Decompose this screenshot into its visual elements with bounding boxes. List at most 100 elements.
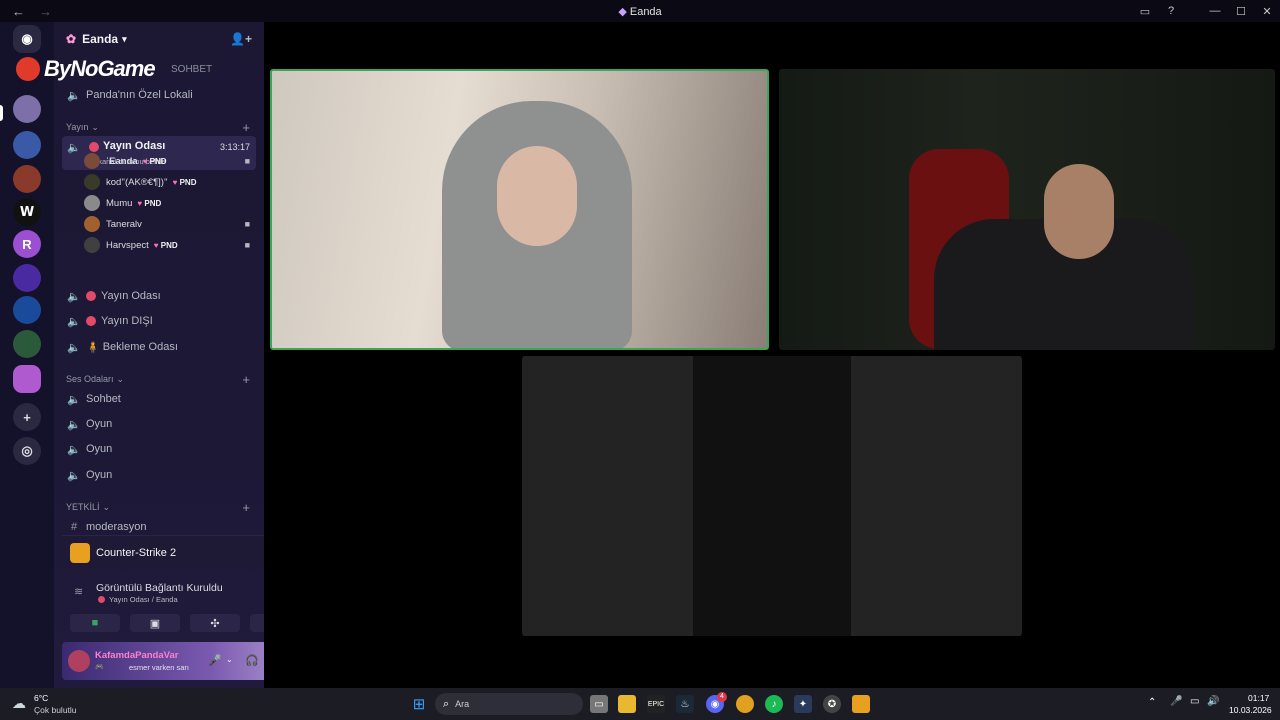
channel-name: Oyun [86, 418, 113, 430]
chevron-down-icon: ▾ [122, 33, 127, 44]
voice-member[interactable]: Taneralv ■ [84, 214, 252, 234]
bynogame-logo-icon [16, 57, 40, 81]
help-icon[interactable]: ? [1158, 0, 1184, 22]
headphones-icon[interactable]: 🎧 [245, 654, 259, 667]
server-w-icon[interactable]: W [13, 198, 41, 226]
voice-member[interactable]: Harvspect ♥ PND ■ [84, 235, 252, 255]
bynogame-logo: ByNoGame [16, 56, 156, 82]
server-icon[interactable] [13, 296, 41, 324]
server-icon[interactable] [13, 165, 41, 193]
close-button[interactable]: ✕ [1254, 0, 1280, 22]
video-frame-dark [693, 356, 851, 636]
video-tile-eanda[interactable] [270, 69, 769, 350]
connection-location[interactable]: Yayın Odası / Eanda [109, 595, 178, 604]
server-icon[interactable] [13, 264, 41, 292]
chrome-icon[interactable] [736, 695, 754, 713]
file-explorer-icon[interactable] [618, 695, 636, 713]
network-icon[interactable]: ▭ [1190, 696, 1199, 707]
add-channel-icon[interactable]: + [242, 372, 250, 387]
weather-temp[interactable]: 6°C [34, 693, 48, 703]
connection-signal-icon: ≋ [74, 586, 84, 598]
activities-button[interactable]: ✣ [190, 614, 240, 632]
connection-status[interactable]: Görüntülü Bağlantı Kuruldu [96, 582, 223, 594]
inbox-icon[interactable]: ▭ [1132, 0, 1158, 22]
channel-name: Panda'nın Özel Lokali [86, 89, 193, 101]
battlenet-icon[interactable]: ✦ [794, 695, 812, 713]
category-yayin[interactable]: Yayın ⌄ + [66, 119, 252, 135]
speaker-icon: 🔈 [67, 469, 81, 482]
clock-date[interactable]: 10.03.2026 [1229, 705, 1272, 715]
voice-channel[interactable]: 🔈 Yayın DIŞI [62, 310, 256, 332]
server-r-icon[interactable]: R [13, 230, 41, 258]
voice-channel[interactable]: 🔈 Yayın Odası [62, 285, 256, 307]
discord-notification-badge: 4 [717, 692, 727, 702]
video-tile-empty[interactable] [522, 356, 1022, 636]
avatar [84, 153, 100, 169]
epic-games-icon[interactable]: EPIC [647, 695, 665, 713]
forward-arrow-icon[interactable]: → [39, 4, 52, 19]
server-icon[interactable] [13, 330, 41, 358]
channel-sidebar: ✿ Eanda ▾ 👤+ ByNoGame SOHBET 🔈 Panda'nın… [16, 22, 310, 688]
camera-icon: ■ [244, 240, 250, 250]
chevron-up-icon[interactable]: ⌃ [1148, 697, 1156, 708]
voice-channel[interactable]: 🔈 🧍 Bekleme Odası [62, 336, 256, 358]
add-channel-icon[interactable]: + [242, 120, 250, 135]
voice-channel[interactable]: 🔈 Oyun [62, 464, 256, 486]
category-label: Ses Odaları [66, 374, 114, 384]
voice-member[interactable]: Mumu ♥ PND [84, 193, 252, 213]
camera-button[interactable]: ■ [70, 614, 120, 632]
avatar[interactable] [68, 650, 90, 672]
maximize-button[interactable]: ☐ [1228, 0, 1254, 22]
server-icon[interactable] [13, 95, 41, 123]
camera-icon: ■ [244, 219, 250, 229]
voice-member[interactable]: ˈEanda ♥ PND ■ [84, 151, 252, 171]
voice-channel[interactable]: 🔈 Oyun [62, 413, 256, 435]
channel-lokal[interactable]: 🔈 Panda'nın Özel Lokali [62, 84, 256, 106]
minimize-button[interactable]: — [1202, 0, 1228, 22]
discover-icon[interactable]: ◎ [13, 437, 41, 465]
speaker-icon: 🔈 [67, 393, 81, 406]
spotify-icon[interactable]: ♪ [765, 695, 783, 713]
camera-icon: ■ [91, 617, 99, 629]
clock-time[interactable]: 01:17 [1248, 693, 1269, 703]
voice-channel[interactable]: 🔈 Oyun [62, 438, 256, 460]
voice-member[interactable]: kod''(AK®€¶])'' ♥ PND [84, 172, 252, 192]
invite-icon[interactable]: 👤+ [230, 32, 252, 46]
channel-emoji-icon: 🧍 [86, 341, 100, 354]
username[interactable]: KafamdaPandaVar [95, 650, 178, 661]
chevron-down-icon: ⌄ [102, 501, 111, 512]
task-view-icon[interactable]: ▭ [590, 695, 608, 713]
channel-name: Oyun [86, 443, 113, 455]
server-header[interactable]: ✿ Eanda ▾ 👤+ [54, 22, 264, 56]
weather-desc[interactable]: Çok bulutlu [34, 705, 77, 715]
category-yetkili[interactable]: YETKİLİ ⌄ + [66, 499, 252, 515]
video-tile-guest[interactable] [779, 69, 1275, 350]
microphone-tray-icon[interactable]: 🎤 [1170, 696, 1182, 707]
server-icon[interactable] [13, 131, 41, 159]
add-server-icon[interactable]: + [13, 403, 41, 431]
discord-home-icon[interactable]: ◉ [13, 25, 41, 53]
back-arrow-icon[interactable]: ← [12, 4, 25, 19]
volume-icon[interactable]: 🔊 [1207, 696, 1219, 707]
start-icon[interactable]: ⊞ [410, 695, 428, 713]
category-ses[interactable]: Ses Odaları ⌄ + [66, 371, 252, 387]
app-icon[interactable]: ✪ [823, 695, 841, 713]
search-box[interactable]: ⌕ Ara [435, 693, 583, 715]
microphone-icon[interactable]: 🎤 [208, 654, 222, 667]
face [497, 146, 577, 246]
screen-share-button[interactable]: ▣ [130, 614, 180, 632]
member-name: kod''(AK®€¶])'' [106, 176, 168, 188]
server-icon[interactable] [13, 365, 41, 393]
channel-name: moderasyon [86, 521, 147, 533]
steam-icon[interactable]: ♨ [676, 695, 694, 713]
add-channel-icon[interactable]: + [242, 500, 250, 515]
avatar [84, 174, 100, 190]
heart-icon: ♥ [142, 156, 150, 166]
voice-channel[interactable]: 🔈 Sohbet [62, 388, 256, 410]
server-name: Eanda [82, 32, 119, 46]
counter-strike-taskbar-icon[interactable] [852, 695, 870, 713]
avatar [84, 195, 100, 211]
chevron-down-icon[interactable]: ⌄ [226, 655, 233, 664]
voice-channel-icon: 🔈 [67, 290, 81, 303]
heart-icon: ♥ [172, 177, 180, 187]
